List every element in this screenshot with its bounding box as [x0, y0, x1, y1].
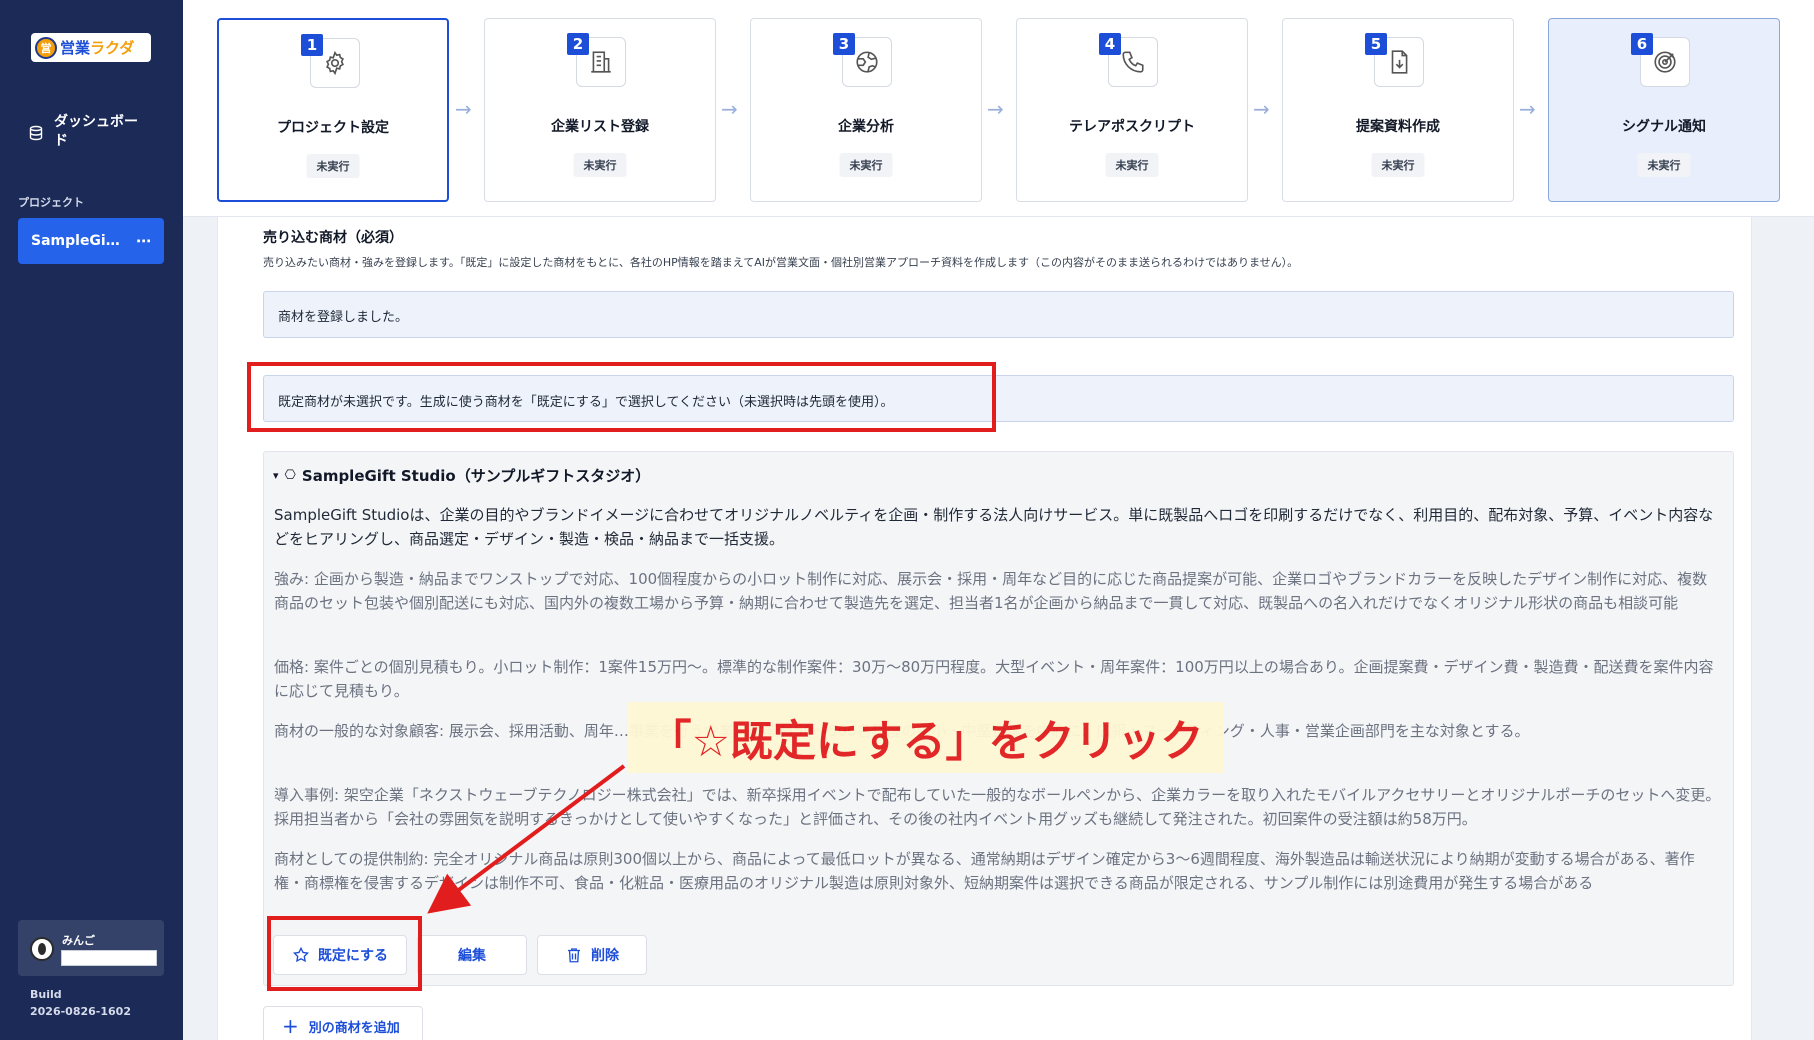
building-list-icon [591, 51, 611, 73]
plus-icon: + [282, 1014, 299, 1038]
highlight-box-set-default [267, 916, 422, 991]
highlight-box-notice [247, 362, 996, 432]
arrow-right-icon: → [1253, 97, 1270, 121]
step-company-analysis[interactable]: 3 企業分析 未実行 [750, 18, 982, 202]
step-company-list[interactable]: 2 企業リスト登録 未実行 [484, 18, 716, 202]
status-badge: 未実行 [1371, 153, 1425, 177]
avatar [30, 937, 54, 961]
caret-down-icon: ▾ [273, 469, 279, 482]
sidebar-item-project[interactable]: SampleGi… ⋯ [18, 218, 164, 264]
document-download-icon [1391, 50, 1408, 74]
redacted-email [61, 950, 157, 966]
user-name: みんご [62, 934, 95, 947]
edit-button[interactable]: 編集 [417, 935, 527, 975]
gear-icon [326, 50, 344, 76]
project-section-heading: プロジェクト [18, 196, 84, 209]
step-teleapo-script[interactable]: 4 テレアポスクリプト 未実行 [1016, 18, 1248, 202]
status-badge: 未実行 [1105, 153, 1159, 177]
add-product-label: 別の商材を追加 [308, 1020, 400, 1036]
step-title: テレアポスクリプト [1069, 119, 1195, 135]
product-summary-toggle[interactable]: ▾ ⎔ SampleGift Studio（サンプルギフトスタジオ） [273, 465, 650, 486]
status-badge: 未実行 [839, 153, 893, 177]
step-number: 4 [1099, 33, 1121, 55]
step-title: 企業リスト登録 [551, 119, 649, 135]
app-logo[interactable]: 営 営業ラクダ [31, 33, 151, 62]
step-project-settings[interactable]: 1 プロジェクト設定 未実行 [217, 18, 449, 202]
step-number: 2 [567, 33, 589, 55]
delete-label: 削除 [591, 948, 619, 964]
step-title: プロジェクト設定 [277, 120, 389, 136]
annotation-callout: 「☆既定にする」をクリック [628, 702, 1224, 773]
cube-icon: ⎔ [284, 468, 296, 483]
logo-mark: 営 [35, 36, 57, 59]
product-case: 導入事例: 架空企業「ネクストウェーブテクノロジー株式会社」では、新卒採用イベン… [274, 786, 1721, 828]
add-product-button[interactable]: + 別の商材を追加 [263, 1006, 423, 1040]
step-signal-notify[interactable]: 6 シグナル通知 未実行 [1548, 18, 1780, 202]
sidebar-item-dashboard[interactable]: ダッシュボード [28, 113, 158, 151]
arrow-right-icon: → [721, 97, 738, 121]
step-number: 6 [1631, 33, 1653, 55]
target-icon [1654, 51, 1676, 73]
product-name: SampleGift Studio（サンプルギフトスタジオ） [301, 467, 651, 485]
logo-text-b: ラクダ [90, 39, 135, 57]
arrow-right-icon: → [455, 97, 472, 121]
section-description: 売り込みたい商材・強みを登録します。「既定」に設定した商材をもとに、各社のHP情… [263, 256, 1299, 269]
product-summary: SampleGift Studioは、企業の目的やブランドイメージに合わせてオリ… [274, 506, 1714, 548]
step-title: 提案資料作成 [1356, 119, 1440, 135]
status-badge: 未実行 [306, 154, 360, 178]
logo-text: 営業ラクダ [60, 37, 134, 58]
step-number: 1 [301, 34, 323, 56]
trash-icon [568, 948, 580, 963]
edit-label: 編集 [458, 948, 486, 964]
build-label: Build [30, 988, 62, 1001]
section-title: 売り込む商材（必須） [263, 230, 403, 246]
sidebar-item-label: ダッシュボード [54, 114, 138, 149]
globe-icon [856, 51, 878, 73]
sidebar: 営 営業ラクダ ダッシュボード プロジェクト SampleGi… ⋯ みんご B… [0, 0, 183, 1040]
status-badge: 未実行 [1637, 153, 1691, 177]
step-number: 3 [833, 33, 855, 55]
logo-text-a: 営業 [60, 39, 91, 57]
step-title: シグナル通知 [1622, 119, 1706, 135]
product-price: 価格: 案件ごとの個別見積もり。小ロット制作：1案件15万円〜。標準的な制作案件… [274, 658, 1714, 700]
build-version: 2026-0826-1602 [30, 1005, 131, 1018]
database-icon [29, 125, 43, 141]
step-title: 企業分析 [838, 119, 894, 135]
more-icon[interactable]: ⋯ [136, 232, 152, 250]
registered-notice: 商材を登録しました。 [263, 291, 1734, 338]
phone-icon [1122, 51, 1144, 73]
workflow-stepper: 1 プロジェクト設定 未実行 → 2 企業リスト登録 未実行 → 3 企業分析 … [183, 0, 1814, 217]
product-constraints: 商材としての提供制約: 完全オリジナル商品は原則300個以上から、商品によって最… [274, 850, 1695, 892]
arrow-right-icon: → [987, 97, 1004, 121]
user-card[interactable]: みんご [18, 920, 164, 976]
step-number: 5 [1365, 33, 1387, 55]
project-name: SampleGi… [31, 233, 120, 249]
delete-button[interactable]: 削除 [537, 935, 647, 975]
step-proposal-doc[interactable]: 5 提案資料作成 未実行 [1282, 18, 1514, 202]
arrow-right-icon: → [1519, 97, 1536, 121]
build-info: Build 2026-0826-1602 [30, 986, 131, 1020]
product-strengths: 強み: 企画から製造・納品までワンストップで対応、100個程度からの小ロット制作… [274, 570, 1708, 612]
status-badge: 未実行 [573, 153, 627, 177]
